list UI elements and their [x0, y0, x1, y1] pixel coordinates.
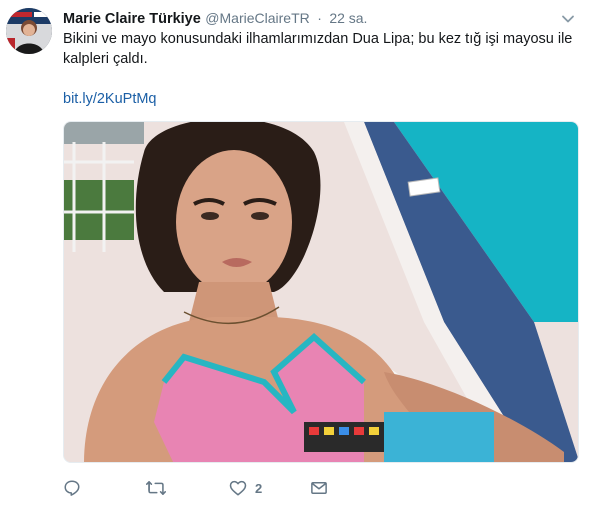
author-avatar[interactable] — [6, 8, 52, 54]
tweet-actions: 2 — [63, 476, 563, 500]
heart-icon — [229, 479, 247, 497]
author-display-name[interactable]: Marie Claire Türkiye — [63, 11, 201, 27]
tweet-photo[interactable] — [63, 121, 579, 463]
like-button[interactable]: 2 — [229, 476, 262, 500]
tweet-text: Bikini ve mayo konusundaki ilhamlarımızd… — [63, 31, 573, 67]
like-count: 2 — [255, 480, 263, 496]
tweet-header: Marie Claire Türkiye @MarieClaireTR · 22… — [63, 10, 559, 30]
retweet-button[interactable] — [146, 476, 166, 500]
retweet-icon — [146, 479, 166, 497]
tweet-card: Marie Claire Türkiye @MarieClaireTR · 22… — [0, 0, 589, 507]
header-separator: · — [317, 10, 322, 26]
tweet-link[interactable]: bit.ly/2KuPtMq — [63, 91, 157, 107]
envelope-icon — [310, 479, 328, 497]
reply-icon — [63, 479, 81, 497]
author-handle[interactable]: @MarieClaireTR — [205, 10, 309, 26]
reply-button[interactable] — [63, 476, 81, 500]
tweet-timestamp[interactable]: 22 sa. — [329, 10, 367, 26]
direct-message-button[interactable] — [310, 476, 328, 500]
chevron-down-icon[interactable] — [561, 12, 575, 26]
